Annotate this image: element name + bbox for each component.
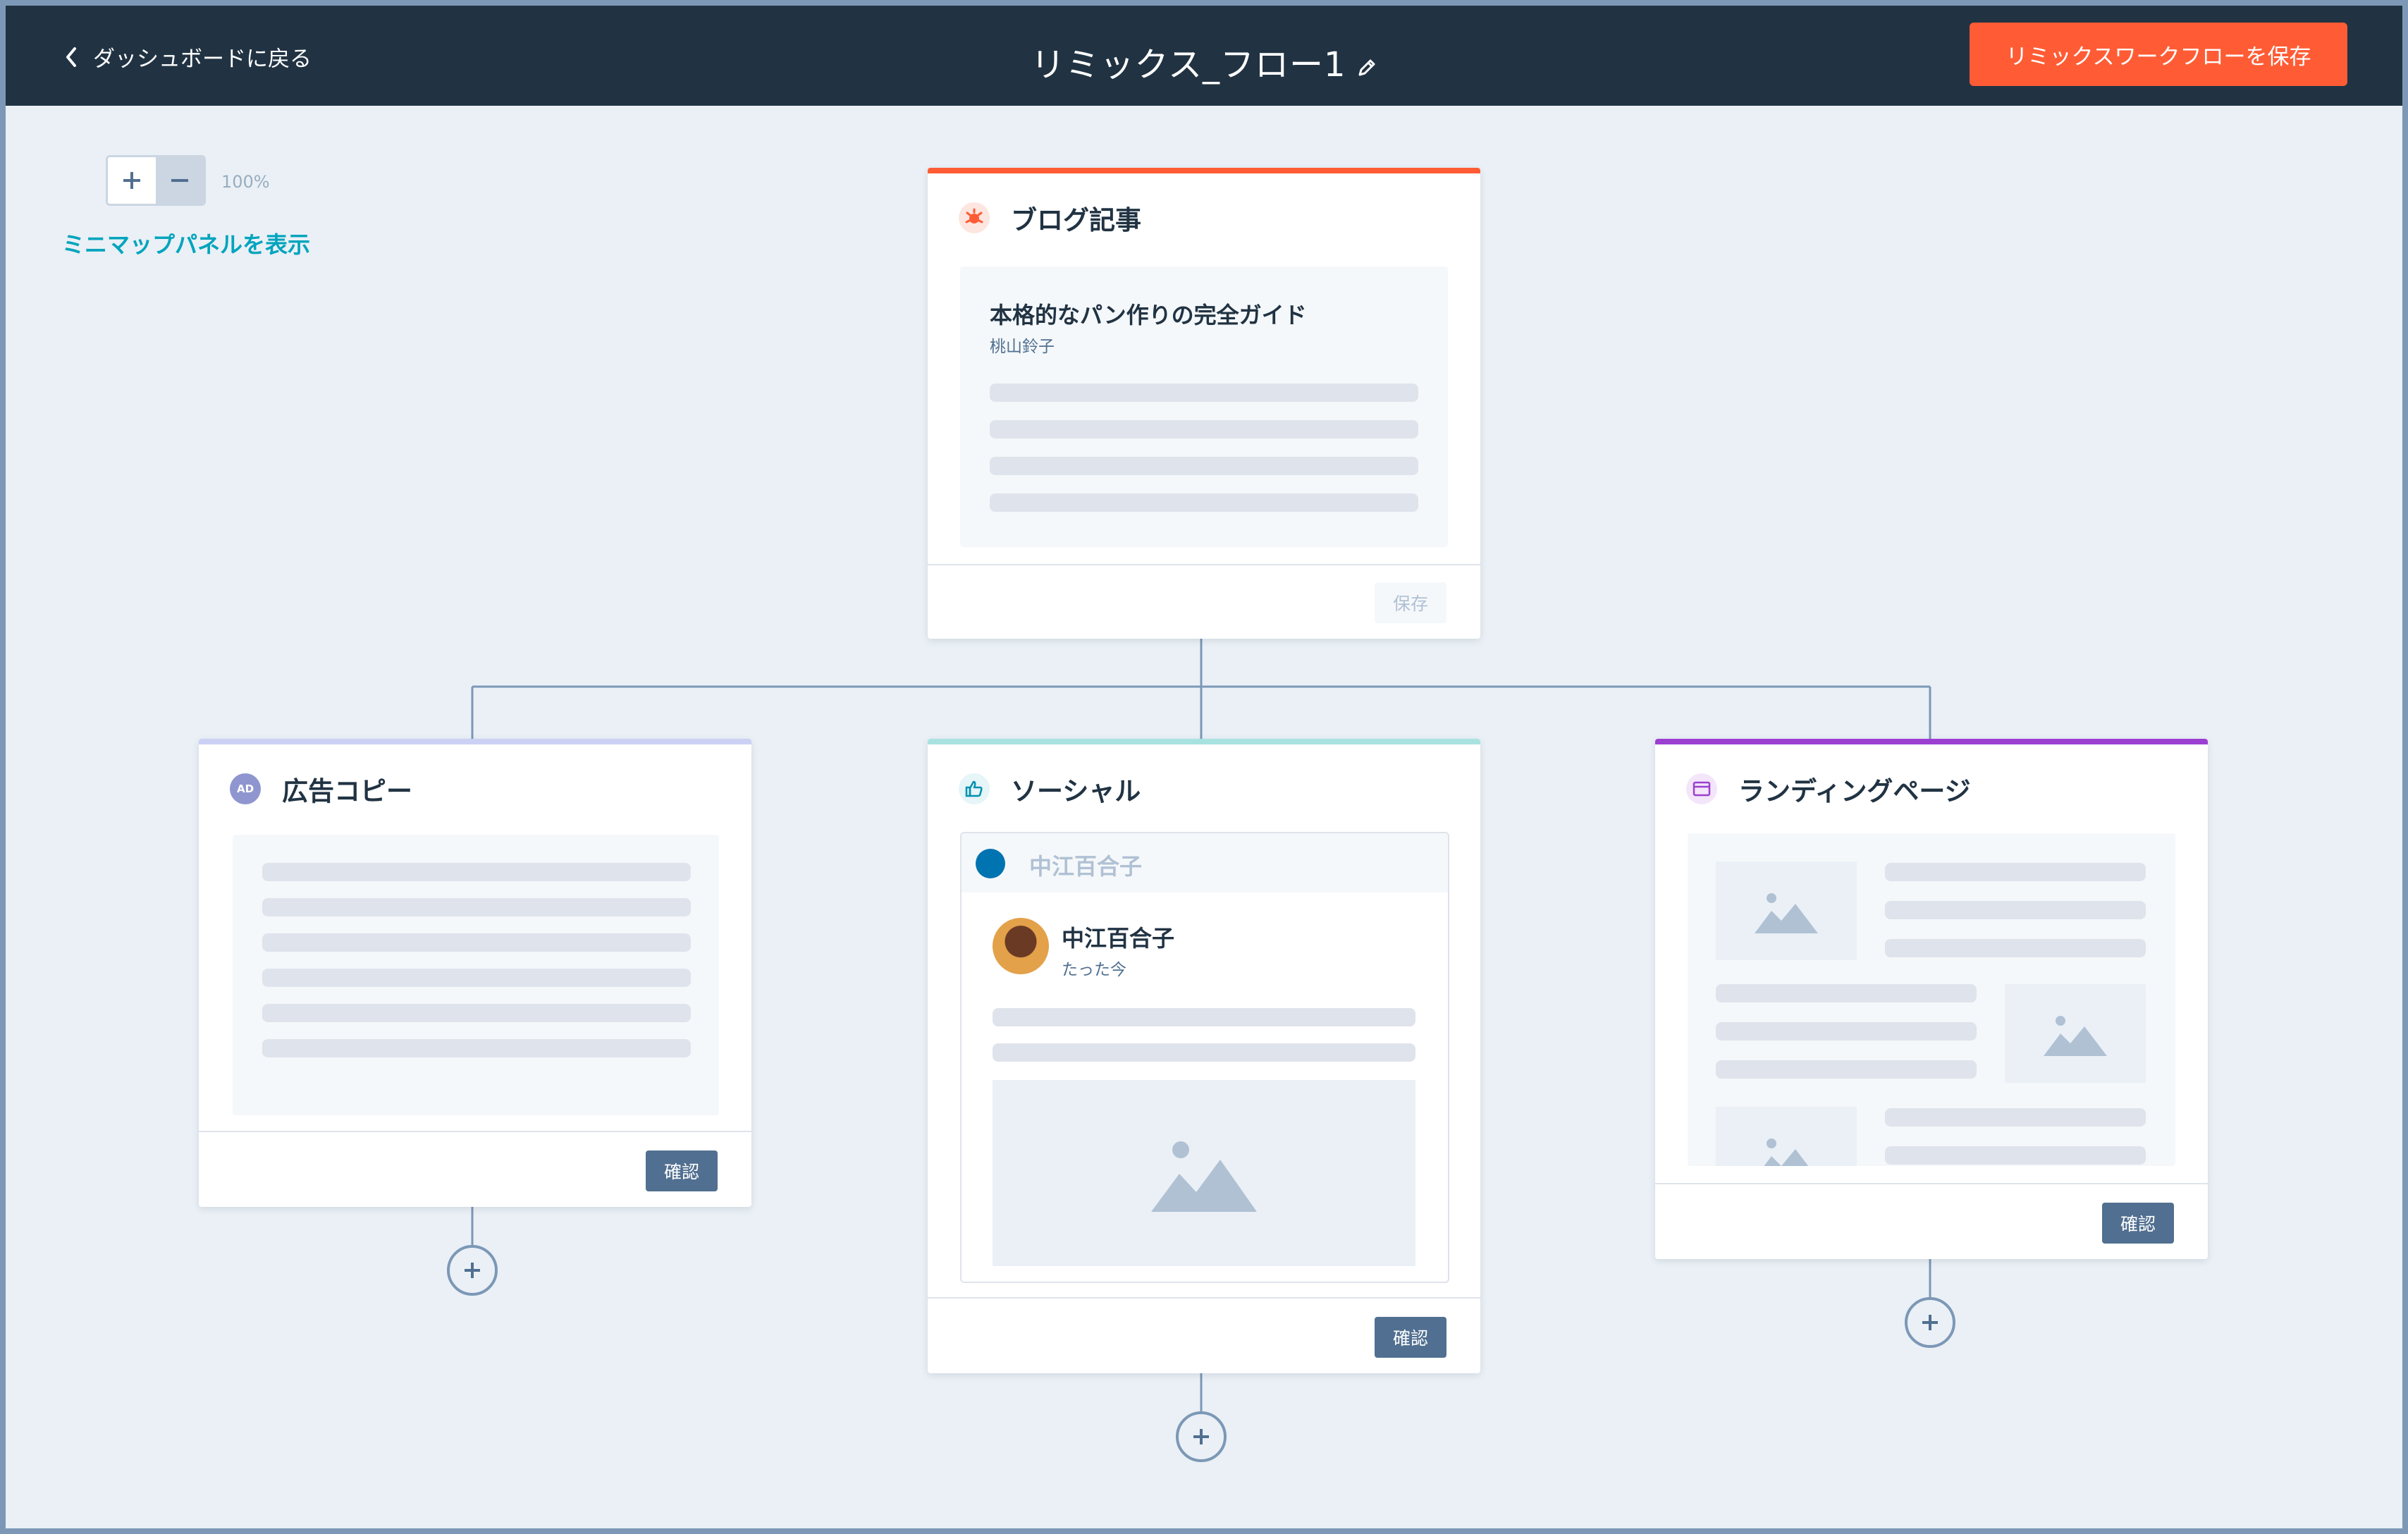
workflow-title-text: リミックス_フロー1	[1031, 45, 1346, 85]
text-placeholder	[262, 898, 691, 916]
plus-icon	[465, 1263, 480, 1278]
post-timestamp: たった今	[1062, 961, 1126, 979]
zoom-in-button[interactable]	[108, 157, 156, 204]
text-placeholder	[262, 863, 691, 881]
card-accent-bar	[1655, 739, 2208, 744]
card-title: ソーシャル	[1011, 776, 1141, 806]
card-header: AD 広告コピー	[230, 770, 412, 808]
card-header: ブログ記事	[959, 199, 1141, 237]
save-remix-workflow-button[interactable]: リミックスワークフローを保存	[1970, 23, 2347, 86]
image-placeholder-icon	[2005, 984, 2146, 1083]
card-title: ランディングページ	[1738, 776, 1971, 806]
text-placeholder	[990, 493, 1418, 512]
app-frame: ダッシュボードに戻る リミックス_フロー1 リミックスワークフローを保存 100…	[6, 6, 2402, 1528]
linkedin-account-icon	[976, 849, 1005, 878]
zoom-level: 100%	[221, 172, 270, 192]
card-title: 広告コピー	[282, 776, 412, 806]
zoom-out-button[interactable]	[156, 157, 204, 204]
text-placeholder	[1885, 1108, 2146, 1127]
confirm-button[interactable]: 確認	[646, 1150, 718, 1191]
account-name: 中江百合子	[1029, 853, 1143, 880]
card-social[interactable]: ソーシャル 中江百合子 中江百合子 たった今 確認	[928, 739, 1480, 1373]
text-placeholder	[1716, 984, 1977, 1002]
card-ad-copy[interactable]: AD 広告コピー 確認	[199, 739, 751, 1207]
plus-icon	[1922, 1315, 1938, 1330]
text-placeholder	[990, 457, 1418, 475]
avatar	[993, 918, 1049, 974]
card-blog-post[interactable]: ブログ記事 本格的なパン作りの完全ガイド 桃山鈴子 保存	[928, 168, 1480, 639]
image-placeholder-icon	[1716, 861, 1857, 960]
text-placeholder	[262, 969, 691, 987]
card-header: ランディングページ	[1686, 770, 1971, 808]
poster-name: 中江百合子	[1062, 925, 1175, 952]
text-placeholder	[993, 1008, 1415, 1026]
image-placeholder-icon	[1716, 1107, 1857, 1166]
save-button[interactable]: 保存	[1375, 582, 1446, 623]
text-placeholder	[1885, 863, 2146, 881]
social-post-preview: 中江百合子 中江百合子 たった今	[960, 832, 1449, 1283]
text-placeholder	[262, 1039, 691, 1057]
browser-window-icon	[1686, 773, 1717, 804]
pencil-icon[interactable]	[1356, 47, 1377, 87]
text-placeholder	[1885, 939, 2146, 957]
card-title: ブログ記事	[1011, 205, 1141, 235]
plus-icon	[123, 172, 140, 189]
top-bar: ダッシュボードに戻る リミックス_フロー1 リミックスワークフローを保存	[6, 6, 2402, 106]
text-placeholder	[990, 420, 1418, 438]
card-footer: 確認	[928, 1297, 1480, 1373]
card-accent-bar	[928, 168, 1480, 173]
text-placeholder	[1716, 1060, 1977, 1079]
social-account-bar: 中江百合子	[962, 833, 1448, 892]
card-footer: 確認	[199, 1131, 751, 1207]
text-placeholder	[1885, 901, 2146, 919]
ad-preview	[233, 835, 719, 1115]
text-placeholder	[993, 1043, 1415, 1062]
text-placeholder	[262, 933, 691, 952]
text-placeholder	[990, 384, 1418, 402]
image-placeholder-icon	[993, 1080, 1415, 1266]
blog-icon	[959, 202, 990, 233]
ad-icon: AD	[230, 773, 261, 804]
plus-icon	[1193, 1429, 1209, 1444]
card-footer: 確認	[1655, 1183, 2208, 1259]
card-header: ソーシャル	[959, 770, 1141, 808]
add-step-button[interactable]	[447, 1245, 498, 1296]
add-step-button[interactable]	[1905, 1297, 1955, 1348]
blog-preview: 本格的なパン作りの完全ガイド 桃山鈴子	[960, 266, 1448, 547]
minus-icon	[171, 179, 188, 182]
card-footer: 保存	[928, 564, 1480, 639]
zoom-controls	[106, 155, 206, 206]
show-minimap-link[interactable]: ミニマップパネルを表示	[62, 227, 310, 259]
text-placeholder	[262, 1004, 691, 1022]
landing-page-preview	[1688, 833, 2175, 1166]
article-author: 桃山鈴子	[990, 338, 1055, 356]
card-accent-bar	[928, 739, 1480, 744]
confirm-button[interactable]: 確認	[2102, 1203, 2174, 1244]
text-placeholder	[1885, 1146, 2146, 1165]
confirm-button[interactable]: 確認	[1375, 1317, 1446, 1358]
text-placeholder	[1716, 1022, 1977, 1041]
card-accent-bar	[199, 739, 751, 744]
card-landing-page[interactable]: ランディングページ 確認	[1655, 739, 2208, 1259]
thumbs-up-icon	[959, 773, 990, 804]
add-step-button[interactable]	[1176, 1411, 1227, 1462]
article-title: 本格的なパン作りの完全ガイド	[990, 302, 1307, 329]
